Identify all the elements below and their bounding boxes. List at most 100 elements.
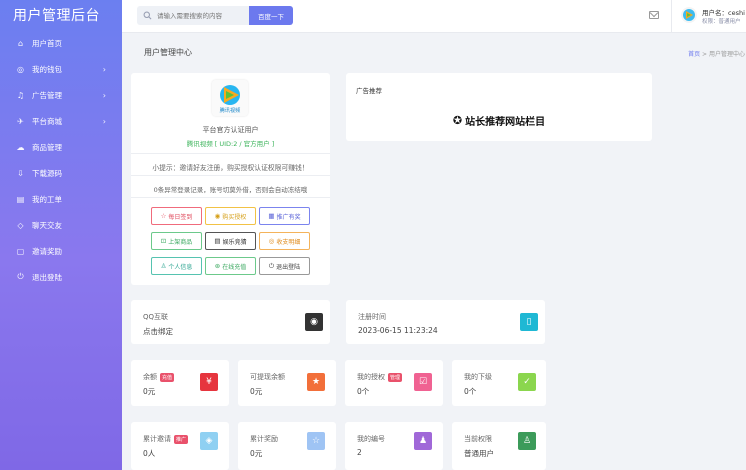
rocket-icon: ✈ bbox=[17, 116, 24, 126]
stat-value: 0人 bbox=[143, 449, 156, 458]
action-button-5[interactable]: ◎ 收支明细 bbox=[259, 232, 310, 250]
stat-badge-button[interactable]: 推广 bbox=[174, 434, 189, 444]
svg-text:腾讯视频: 腾讯视频 bbox=[220, 106, 242, 114]
profile-subtitle: 平台官方认证用户 bbox=[202, 126, 259, 134]
sidebar-item-label: 邀请奖励 bbox=[32, 246, 62, 256]
stat-card: 当前权限 普通用户 ♙ bbox=[452, 422, 546, 470]
sidebar-item-label: 平台商城 bbox=[32, 116, 62, 126]
divider bbox=[131, 197, 330, 198]
sidebar-item-5[interactable]: ⇩ 下载源码 bbox=[0, 160, 122, 186]
user-icon: ♟ bbox=[414, 432, 432, 450]
qq-icon: ◉ bbox=[305, 313, 323, 331]
stat-label: 累计奖励 bbox=[250, 434, 278, 444]
divider bbox=[131, 153, 330, 154]
mail-icon[interactable] bbox=[649, 11, 659, 19]
sidebar-item-3[interactable]: ✈ 平台商城 › bbox=[0, 108, 122, 134]
sidebar-item-label: 广告管理 bbox=[32, 90, 62, 100]
sidebar-item-1[interactable]: ◎ 我的钱包 › bbox=[0, 56, 122, 82]
sidebar-item-6[interactable]: ▤ 我的工单 bbox=[0, 186, 122, 212]
action-button-2[interactable]: ▦ 推广有奖 bbox=[259, 207, 310, 225]
sidebar-item-2[interactable]: ♫ 广告管理 › bbox=[0, 82, 122, 108]
action-label: 在线充值 bbox=[222, 263, 247, 271]
stat-label-text: 余额 bbox=[143, 373, 157, 381]
action-label: 个人信息 bbox=[168, 263, 193, 271]
stat-card: 累计邀请 推广 0人 ◈ bbox=[131, 422, 229, 470]
sidebar-item-label: 聊天交友 bbox=[32, 220, 62, 230]
tencent-video-logo: 腾讯视频 bbox=[212, 80, 248, 116]
action-button-3[interactable]: ⊡ 上架商品 bbox=[151, 232, 202, 250]
bell-icon: ♫ bbox=[16, 90, 25, 100]
search-box[interactable] bbox=[137, 6, 249, 25]
action-icon: ▦ bbox=[268, 212, 275, 220]
search-bar: 百度一下 bbox=[137, 6, 293, 25]
yen-icon: ¥ bbox=[200, 373, 218, 391]
search-button[interactable]: 百度一下 bbox=[249, 6, 293, 25]
action-button-0[interactable]: ☆ 每日签到 bbox=[151, 207, 202, 225]
sidebar-item-label: 我的工单 bbox=[32, 194, 62, 204]
chevron-right-icon: › bbox=[102, 116, 106, 126]
stat-label-text: 我的编号 bbox=[357, 435, 385, 443]
stat-label-text: 可提现余额 bbox=[250, 373, 285, 381]
ad-card: 广告推荐 ✪ 站长推荐网站栏目 bbox=[346, 73, 652, 141]
ad-banner[interactable]: ✪ 站长推荐网站栏目 bbox=[346, 113, 652, 128]
brand-title: 用户管理后台 bbox=[13, 8, 100, 24]
action-icon: ☆ bbox=[160, 212, 167, 220]
badge-star-icon: ✪ bbox=[452, 114, 463, 127]
stat-card: 余额 充值 0元 ¥ bbox=[131, 360, 229, 406]
stat-value: 2 bbox=[357, 448, 362, 457]
action-icon: ⊛ bbox=[214, 262, 221, 270]
stat-card: 我的编号 2 ♟ bbox=[345, 422, 443, 470]
breadcrumb-home[interactable]: 首页 bbox=[688, 51, 700, 58]
stat-label-text: 当前权限 bbox=[464, 435, 492, 443]
action-button-1[interactable]: ◉ 购买授权 bbox=[205, 207, 256, 225]
sidebar-item-7[interactable]: ◇ 聊天交友 bbox=[0, 212, 122, 238]
stat-value: 0个 bbox=[357, 387, 370, 396]
sidebar-item-0[interactable]: ⌂ 用户首页 bbox=[0, 30, 122, 56]
stat-value: 0元 bbox=[250, 387, 263, 396]
stat-badge-button[interactable]: 管理 bbox=[388, 372, 403, 382]
action-label: 娱乐竞猜 bbox=[222, 238, 247, 246]
star-outline-icon: ☆ bbox=[307, 432, 325, 450]
stat-label: 我的授权 管理 bbox=[357, 372, 403, 382]
action-button-6[interactable]: ♙ 个人信息 bbox=[151, 257, 202, 275]
sidebar-item-label: 我的钱包 bbox=[32, 64, 62, 74]
stat-label-text: 我的授权 bbox=[357, 373, 385, 381]
check-doc-icon: ☑ bbox=[414, 373, 432, 391]
stat-badge-button[interactable]: 充值 bbox=[160, 372, 175, 382]
action-icon: ◉ bbox=[214, 212, 221, 220]
stat-label: 可提现余额 bbox=[250, 372, 285, 382]
stat-label-text: 注册时间 bbox=[358, 313, 386, 321]
sidebar-item-8[interactable]: ▢ 邀请奖励 bbox=[0, 238, 122, 264]
home-icon: ⌂ bbox=[17, 38, 24, 48]
action-button-8[interactable]: ⏻ 退出登陆 bbox=[259, 257, 310, 275]
sidebar-item-9[interactable]: ⏻ 退出登陆 bbox=[0, 264, 122, 290]
cloud-icon: ☁ bbox=[16, 142, 25, 152]
header-divider bbox=[671, 0, 672, 33]
sidebar-item-label: 用户首页 bbox=[32, 38, 62, 48]
stat-label-text: 我的下级 bbox=[464, 373, 492, 381]
profile-uid: 腾讯视频 [ UID:2 / 官方用户 ] bbox=[186, 140, 275, 148]
action-icon: ♙ bbox=[160, 262, 167, 270]
stat-label: QQ互联 bbox=[143, 312, 168, 322]
stat-label: 累计邀请 推广 bbox=[143, 434, 189, 444]
check-circle-icon: ✓ bbox=[518, 373, 536, 391]
power-icon: ⏻ bbox=[17, 272, 24, 281]
star-icon: ★ bbox=[307, 373, 325, 391]
action-button-4[interactable]: ▤ 娱乐竞猜 bbox=[205, 232, 256, 250]
sidebar-item-label: 下载源码 bbox=[32, 168, 62, 178]
ad-banner-text: 站长推荐网站栏目 bbox=[465, 117, 546, 128]
stat-value[interactable]: 点击绑定 bbox=[143, 326, 173, 337]
profile-card: 腾讯视频 平台官方认证用户 腾讯视频 [ UID:2 / 官方用户 ] 小提示：… bbox=[131, 73, 330, 285]
stat-label: 当前权限 bbox=[464, 434, 492, 444]
search-input[interactable] bbox=[157, 11, 249, 20]
sidebar-item-4[interactable]: ☁ 商品管理 bbox=[0, 134, 122, 160]
stat-card: 我的下级 0个 ✓ bbox=[452, 360, 546, 406]
tag-icon: ◇ bbox=[17, 220, 24, 230]
login-warning: 0条异常登录记录，账号切莫外借，否则会自动冻结哦 bbox=[153, 186, 308, 194]
user-name[interactable]: 用户名：ceshi bbox=[702, 7, 745, 17]
breadcrumb: 首页 > 用户管理中心 bbox=[688, 49, 745, 58]
action-button-7[interactable]: ⊛ 在线充值 bbox=[205, 257, 256, 275]
stat-value: 0元 bbox=[143, 387, 156, 396]
avatar[interactable] bbox=[681, 7, 697, 23]
sidebar-nav: ⌂ 用户首页 ◎ 我的钱包 › ♫ 广告管理 › ✈ 平台商城 › ☁ 商品管理 ⇩ 下载源码 ▤ 我的工单 ◇ 聊… bbox=[0, 30, 122, 290]
